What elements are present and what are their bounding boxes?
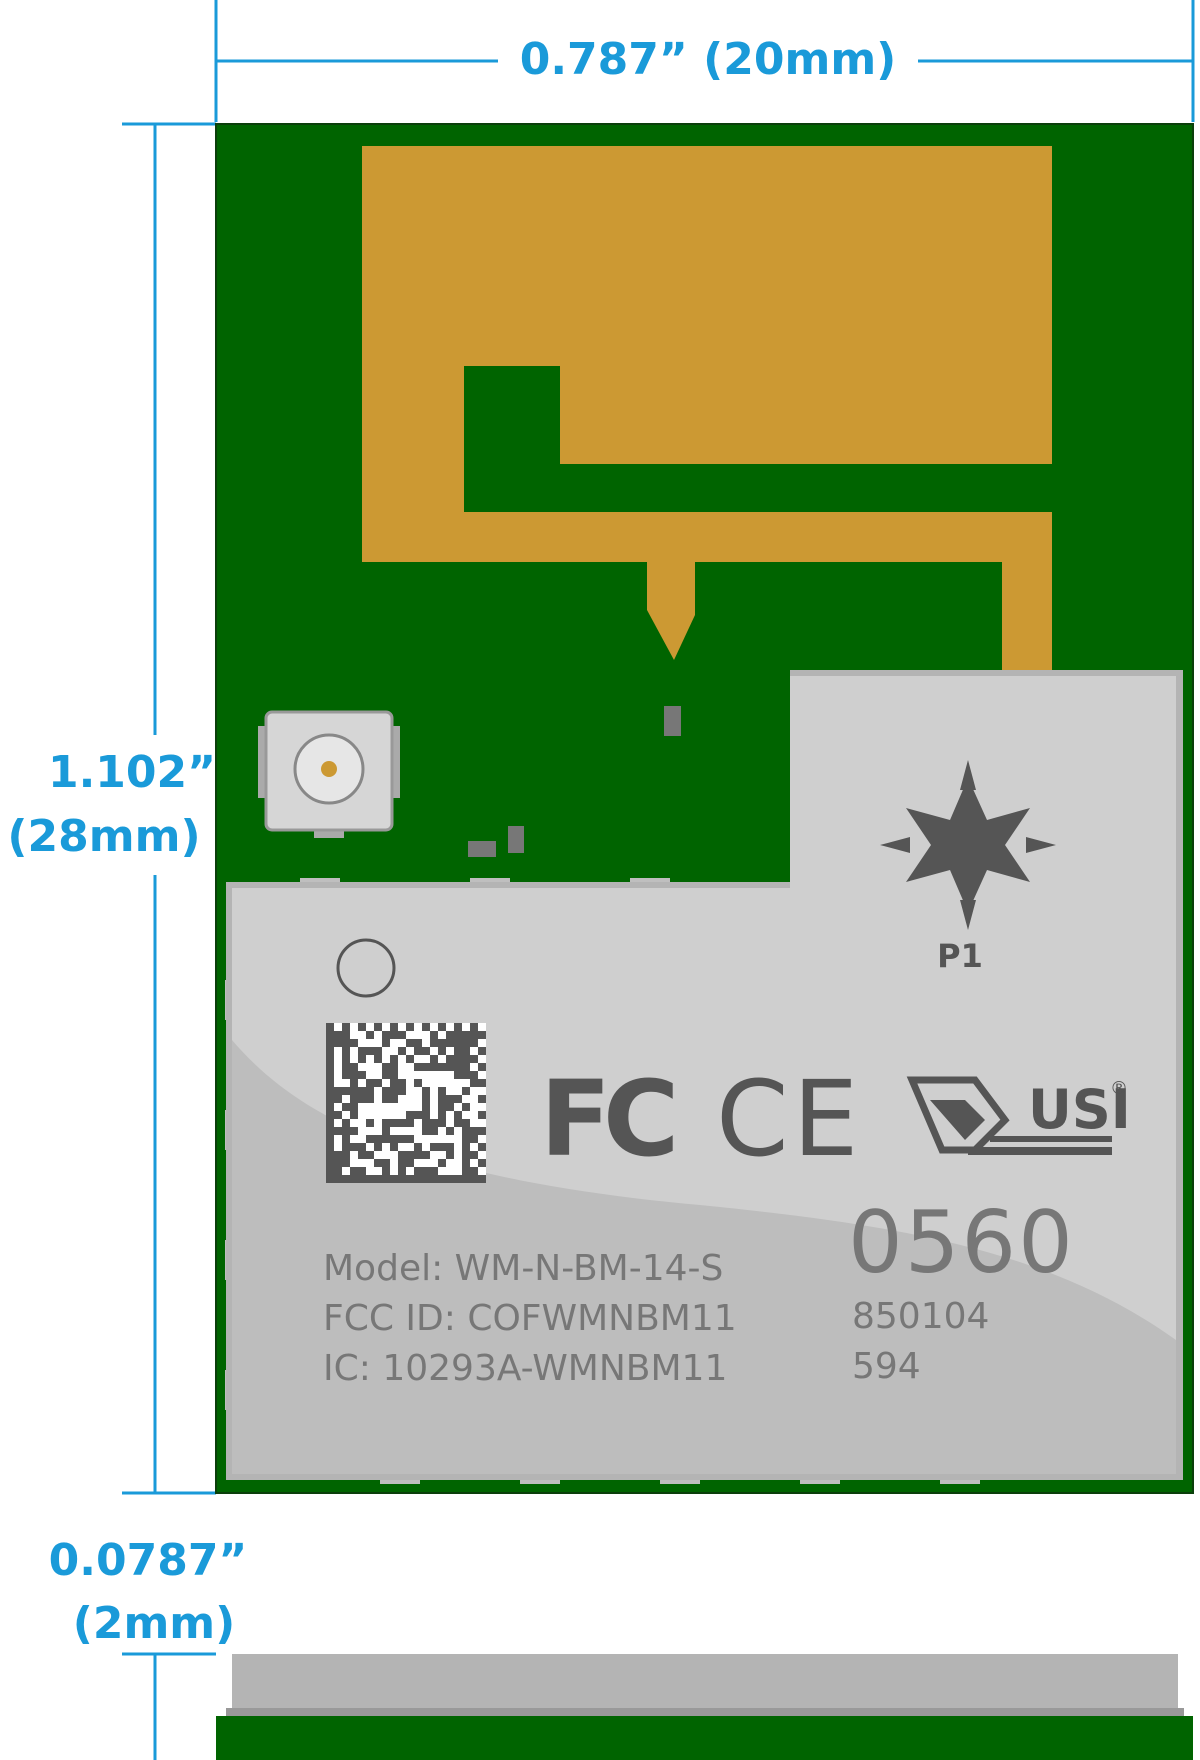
thickness-mm-label: (2mm) bbox=[73, 1598, 236, 1649]
code-line-1: 850104 bbox=[852, 1296, 989, 1337]
side-profile bbox=[216, 1654, 1193, 1760]
side-shield-base bbox=[226, 1708, 1184, 1716]
pin1-label: P1 bbox=[937, 937, 983, 975]
height-mm-label: (28mm) bbox=[7, 811, 200, 862]
model-line: Model: WM-N-BM-14-S bbox=[323, 1248, 723, 1289]
ufl-connector-icon bbox=[258, 710, 400, 838]
side-pcb bbox=[216, 1716, 1193, 1760]
fcc-logo-icon: FC bbox=[540, 1058, 673, 1180]
usi-registered-mark: ® bbox=[1110, 1078, 1128, 1099]
ic-line: IC: 10293A-WMNBM11 bbox=[323, 1348, 727, 1389]
width-dimension: 0.787” (20mm) bbox=[214, 0, 1195, 122]
code-line-2: 594 bbox=[852, 1346, 921, 1387]
datamatrix-icon bbox=[326, 1023, 486, 1183]
height-dimension: 1.102” (28mm) bbox=[7, 122, 216, 1495]
lot-code: 0560 bbox=[848, 1193, 1075, 1293]
height-inches-label: 1.102” bbox=[48, 747, 216, 798]
thickness-inches-label: 0.0787” bbox=[49, 1535, 248, 1586]
module-dimension-diagram: 0.787” (20mm) 1.102” (28mm) 0.0787” (2mm… bbox=[7, 0, 1195, 1760]
side-shield bbox=[232, 1654, 1178, 1710]
fcc-id-line: FCC ID: COFWMNBM11 bbox=[323, 1298, 737, 1339]
smd-component bbox=[508, 826, 524, 853]
smd-component bbox=[468, 841, 496, 857]
width-label: 0.787” (20mm) bbox=[520, 34, 897, 85]
ce-logo-icon: CE bbox=[716, 1058, 862, 1180]
smd-component bbox=[664, 706, 681, 736]
